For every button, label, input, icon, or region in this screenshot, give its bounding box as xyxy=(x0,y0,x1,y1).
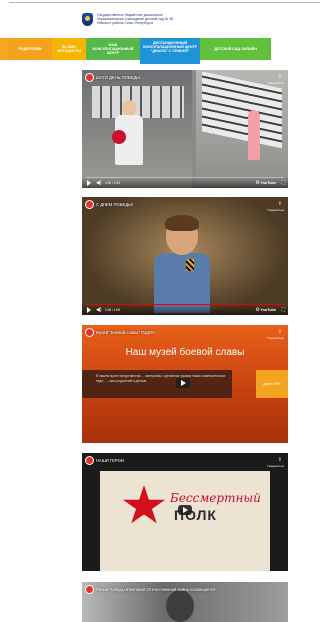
nav-item-cut[interactable] xyxy=(0,38,8,60)
fullscreen-icon[interactable]: ⛶ xyxy=(281,180,285,186)
nav-item-remote-center[interactable]: ДИСТАНЦИОННЫЙ КОНСУЛЬТАЦИОННЫЙ ЦЕНТР "ДИ… xyxy=(140,38,200,64)
time-display: 1:06 / 1:06 xyxy=(105,308,121,312)
nav-item-methodists[interactable]: ВС ЗМО МЕТОДИСТЫ xyxy=(52,38,86,60)
share-icon[interactable]: ⇪ xyxy=(278,74,282,80)
red-star-icon xyxy=(122,485,166,524)
video-thumbnail xyxy=(82,70,192,188)
volume-icon[interactable]: ◀) xyxy=(96,307,102,313)
settings-gear-icon[interactable]: ⚙ xyxy=(256,180,260,186)
nav-item-consult-center[interactable]: НАШ КОНСУЛЬТАЦИОННЫЙ ЦЕНТР xyxy=(86,38,140,60)
play-icon[interactable] xyxy=(87,180,91,186)
time-display: 0:00 / 0:44 xyxy=(105,181,121,185)
youtube-logo[interactable]: YouTube xyxy=(260,308,276,312)
share-icon[interactable]: ⇪ xyxy=(278,201,282,207)
youtube-logo[interactable]: YouTube xyxy=(260,181,276,185)
site-header: Государственное бюджетное дошкольное обр… xyxy=(82,13,242,35)
channel-avatar[interactable] xyxy=(85,585,94,594)
video-title[interactable]: С ДНЕМ ПОБЕДЫ! xyxy=(96,202,133,207)
settings-gear-icon[interactable]: ⚙ xyxy=(256,307,260,313)
video-headline: Наш музей боевой славы xyxy=(125,347,245,358)
video-title[interactable]: ШАГИ ДЕНЬ ПОБЕДЫ xyxy=(96,75,140,80)
video-description: В нашем музее представлены ... материалы… xyxy=(96,374,226,383)
share-icon[interactable]: ⇪ xyxy=(278,457,282,463)
player-controls: ◀) 0:00 / 0:44 ⚙ YouTube ⛶ xyxy=(82,177,288,188)
video-thumbnail: Бессмертный ПОЛК xyxy=(100,471,270,571)
youtube-play-icon[interactable] xyxy=(176,378,190,388)
page: Государственное бюджетное дошкольное обр… xyxy=(0,0,331,622)
progress-track[interactable] xyxy=(86,177,284,178)
volume-icon[interactable]: ◀) xyxy=(96,180,102,186)
share-label: Поделиться xyxy=(267,208,284,212)
channel-avatar[interactable] xyxy=(85,73,94,82)
main-nav: РОДИТЕЛЯМ ВС ЗМО МЕТОДИСТЫ НАШ КОНСУЛЬТА… xyxy=(0,38,331,64)
top-divider xyxy=(9,2,320,3)
video-title[interactable]: Музей "Боевой славы" ГБДОУ xyxy=(96,330,155,335)
share-label: Поделиться xyxy=(267,81,284,85)
share-icon[interactable]: ⇪ xyxy=(278,329,282,335)
video-title[interactable]: НАШИ ГЕРОИ xyxy=(96,458,124,463)
fullscreen-icon[interactable]: ⛶ xyxy=(281,307,285,313)
video-player[interactable]: Музей "Боевой славы" ГБДОУ ⇪ Поделиться … xyxy=(82,325,288,443)
channel-avatar[interactable] xyxy=(85,200,94,209)
share-label: Поделиться xyxy=(267,464,284,468)
organization-name: Государственное бюджетное дошкольное обр… xyxy=(97,13,173,26)
youtube-play-icon[interactable] xyxy=(178,505,192,515)
video-player[interactable]: С ДНЕМ ПОБЕДЫ! ⇪ Поделиться ◀) 1:06 / 1:… xyxy=(82,197,288,315)
video-thumbnail xyxy=(196,70,288,188)
video-player[interactable]: Песни Победы в Великой Отечественной вой… xyxy=(82,582,288,622)
video-title[interactable]: Песни Победы в Великой Отечественной вой… xyxy=(96,587,219,592)
progress-fill xyxy=(86,304,284,305)
share-label: Поделиться xyxy=(267,336,284,340)
info-badge: Далее ИНФ xyxy=(256,370,288,398)
crest-logo-icon[interactable] xyxy=(82,13,93,26)
poster-script: Бессмертный xyxy=(170,491,261,505)
play-icon[interactable] xyxy=(87,307,91,313)
nav-item-online[interactable]: ДЕТСКИЙ САД ОНЛАЙН xyxy=(200,38,271,60)
channel-avatar[interactable] xyxy=(85,456,94,465)
video-player[interactable]: ШАГИ ДЕНЬ ПОБЕДЫ ⇪ Поделиться ◀) 0:00 / … xyxy=(82,70,288,188)
video-player[interactable]: Бессмертный ПОЛК НАШИ ГЕРОИ ⇪ Поделиться xyxy=(82,453,288,571)
nav-item-parents[interactable]: РОДИТЕЛЯМ xyxy=(8,38,52,60)
org-line: Невского района Санкт-Петербурга xyxy=(97,21,153,26)
player-controls: ◀) 1:06 / 1:06 ⚙ YouTube ⛶ xyxy=(82,304,288,315)
channel-avatar[interactable] xyxy=(85,328,94,337)
